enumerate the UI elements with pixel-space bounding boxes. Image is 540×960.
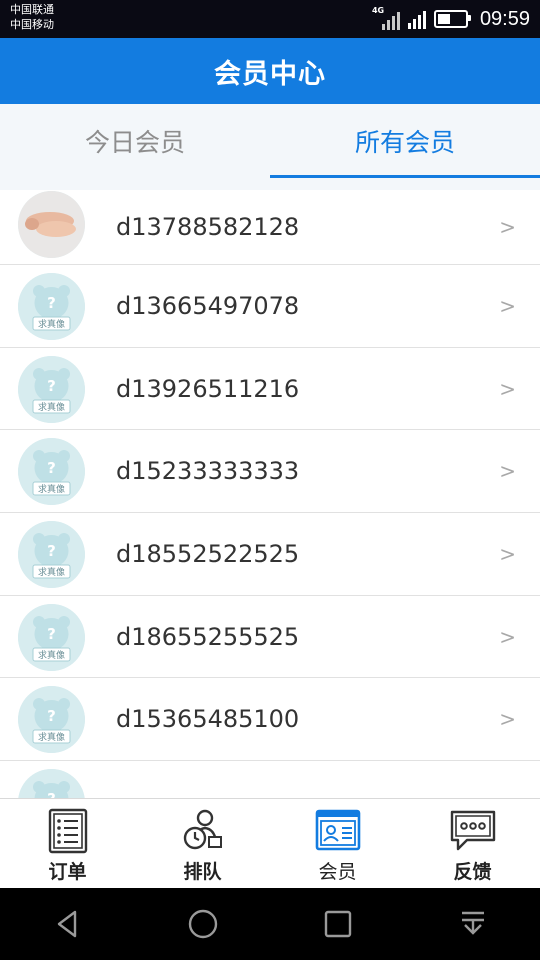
- order-list-icon: [48, 808, 87, 854]
- member-row[interactable]: ? 求真像 d15365485100 >: [0, 678, 540, 762]
- member-tabs: 今日会员 所有会员: [0, 104, 540, 178]
- tab-today-members[interactable]: 今日会员: [0, 104, 270, 178]
- user-photo: [18, 191, 85, 258]
- chevron-right-icon: >: [499, 376, 516, 401]
- member-id: d18655255525: [116, 622, 300, 651]
- member-id: d15233333333: [116, 457, 300, 486]
- avatar: ? 求真像: [18, 603, 85, 671]
- svg-text:求真像: 求真像: [38, 483, 65, 495]
- avatar: ?求真像: [18, 769, 85, 798]
- avatar: ? 求真像: [18, 438, 85, 506]
- nav-item-orders[interactable]: 订单: [0, 799, 135, 888]
- svg-text:?: ?: [47, 542, 56, 560]
- recents-icon[interactable]: [321, 907, 355, 941]
- avatar: ? 求真像: [18, 355, 85, 423]
- member-id: d18552522525: [116, 539, 300, 568]
- member-id: d13665497078: [116, 291, 300, 320]
- default-avatar-icon: ? 求真像: [18, 273, 85, 340]
- member-id: d13926511216: [116, 374, 300, 403]
- chevron-right-icon: >: [499, 541, 516, 566]
- nav-label: 订单: [48, 861, 87, 883]
- feedback-icon: [450, 810, 495, 851]
- default-avatar-icon: ? 求真像: [18, 521, 85, 589]
- carrier-2: 中国移动: [10, 18, 54, 31]
- chevron-right-icon: >: [499, 624, 516, 649]
- carrier-info: 中国联通 中国移动: [10, 2, 54, 32]
- member-list[interactable]: d13788582128 > ? 求真像 d13665497078 > ? 求真像 …: [0, 190, 540, 798]
- nav-label: 反馈: [453, 861, 492, 883]
- nav-label: 排队: [183, 861, 222, 883]
- signal-icon: [407, 9, 426, 29]
- carrier-1: 中国联通: [10, 3, 54, 16]
- default-avatar-icon: ? 求真像: [18, 438, 85, 506]
- queue-icon: [183, 809, 222, 850]
- chevron-right-icon: >: [499, 215, 516, 239]
- tab-all-members[interactable]: 所有会员: [270, 104, 540, 178]
- clock: 09:59: [479, 7, 530, 30]
- default-avatar-icon: ? 求真像: [18, 355, 85, 423]
- member-row[interactable]: ? 求真像 d18552522525 >: [0, 513, 540, 596]
- svg-text:求真像: 求真像: [38, 649, 65, 661]
- tabs-divider: [0, 178, 540, 190]
- default-avatar-icon: ? 求真像: [18, 686, 85, 754]
- header-bar: 会员中心: [0, 38, 540, 104]
- avatar: [18, 191, 85, 258]
- nav-label: 会员: [318, 861, 357, 883]
- page-title: 会员中心: [214, 58, 326, 90]
- svg-text:?: ?: [47, 790, 56, 798]
- svg-text:求真像: 求真像: [38, 731, 65, 743]
- chevron-right-icon: >: [499, 459, 516, 484]
- svg-text:求真像: 求真像: [38, 566, 65, 578]
- member-row[interactable]: ? 求真像 d13665497078 >: [0, 265, 540, 348]
- svg-text:求真像: 求真像: [38, 318, 65, 330]
- member-row[interactable]: ? 求真像 d18655255525 >: [0, 596, 540, 679]
- nav-item-members[interactable]: 会员: [270, 799, 405, 888]
- notification-pull-icon[interactable]: [456, 907, 490, 941]
- member-row[interactable]: d13788582128 >: [0, 190, 540, 265]
- home-icon[interactable]: [186, 907, 220, 941]
- svg-text:?: ?: [47, 294, 56, 312]
- bottom-nav: 订单 排队 会员 反馈: [0, 798, 540, 888]
- nav-item-queue[interactable]: 排队: [135, 799, 270, 888]
- avatar: ? 求真像: [18, 686, 85, 754]
- default-avatar-icon: ?求真像: [18, 769, 85, 798]
- system-nav-bar: [0, 888, 540, 960]
- default-avatar-icon: ? 求真像: [18, 603, 85, 671]
- member-id: d13788582128: [116, 213, 300, 241]
- chevron-right-icon: >: [499, 707, 516, 732]
- avatar: ? 求真像: [18, 521, 85, 589]
- back-icon[interactable]: [51, 907, 85, 941]
- nav-item-feedback[interactable]: 反馈: [405, 799, 540, 888]
- svg-text:?: ?: [47, 377, 56, 395]
- chevron-right-icon: >: [499, 293, 516, 318]
- tab-label: 今日会员: [84, 128, 185, 157]
- svg-text:?: ?: [47, 707, 56, 725]
- tab-label: 所有会员: [354, 128, 455, 157]
- svg-text:?: ?: [47, 459, 56, 477]
- member-card-icon: [315, 809, 360, 851]
- member-row[interactable]: ?求真像 >: [0, 761, 540, 798]
- status-bar: 中国联通 中国移动 4G 09:59: [0, 0, 540, 38]
- svg-text:?: ?: [47, 625, 56, 643]
- member-row[interactable]: ? 求真像 d15233333333 >: [0, 430, 540, 514]
- svg-text:求真像: 求真像: [38, 401, 65, 413]
- battery-icon: [433, 10, 471, 28]
- member-id: d15365485100: [116, 705, 300, 734]
- member-row[interactable]: ? 求真像 d13926511216 >: [0, 348, 540, 431]
- avatar: ? 求真像: [18, 273, 85, 340]
- 4g-signal-icon: 4G: [372, 6, 400, 30]
